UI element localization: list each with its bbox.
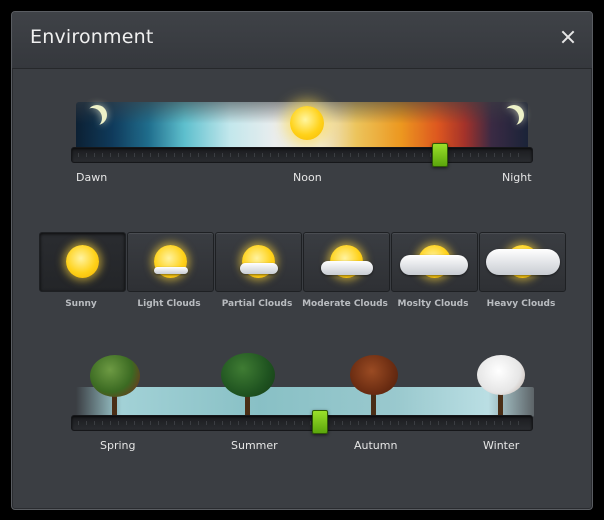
season-label-spring: Spring [100,439,136,452]
time-of-day-slider[interactable] [71,147,533,163]
cloud-icon [240,263,278,274]
window-title: Environment [30,26,154,48]
title-bar: Environment [12,12,592,69]
sun-icon [290,106,324,140]
cloud-icon [400,255,468,275]
tree-icon [219,351,277,417]
slider-ticks [78,153,526,157]
tree-icon [88,353,142,417]
tree-icon [348,353,400,417]
season-ground [76,387,534,417]
moon-icon [499,108,519,128]
season-label-autumn: Autumn [354,439,398,452]
weather-label-light-clouds: Light Clouds [137,299,201,309]
time-label-noon: Noon [293,171,322,184]
season-slider[interactable] [71,415,533,431]
cloud-icon [486,249,560,275]
weather-label-heavy-clouds: Heavy Clouds [486,299,556,309]
weather-label-moderate-clouds: Moderate Clouds [302,299,388,309]
weather-label-partial-clouds: Partial Clouds [221,299,293,309]
season-label-summer: Summer [231,439,278,452]
weather-option-partial-clouds[interactable] [215,232,302,292]
season-slider-thumb[interactable] [311,410,328,434]
weather-label-mostly-clouds: Moslty Clouds [397,299,469,309]
weather-option-sunny[interactable] [39,232,126,292]
time-label-dawn: Dawn [76,171,108,184]
season-label-winter: Winter [483,439,520,452]
moon-icon [82,108,102,128]
cloud-icon [321,261,373,275]
environment-window: Environment Dawn Noon Night Sunny Light … [11,11,593,510]
close-icon[interactable] [560,29,576,45]
weather-option-mostly-clouds[interactable] [391,232,478,292]
tree-icon [475,353,527,417]
slider-ticks [78,421,526,425]
time-of-day-slider-thumb[interactable] [432,143,449,167]
weather-option-heavy-clouds[interactable] [479,232,566,292]
weather-option-moderate-clouds[interactable] [303,232,390,292]
time-label-night: Night [502,171,532,184]
cloud-icon [154,267,188,274]
sun-icon [66,245,99,278]
weather-option-light-clouds[interactable] [127,232,214,292]
weather-label-sunny: Sunny [65,299,97,309]
